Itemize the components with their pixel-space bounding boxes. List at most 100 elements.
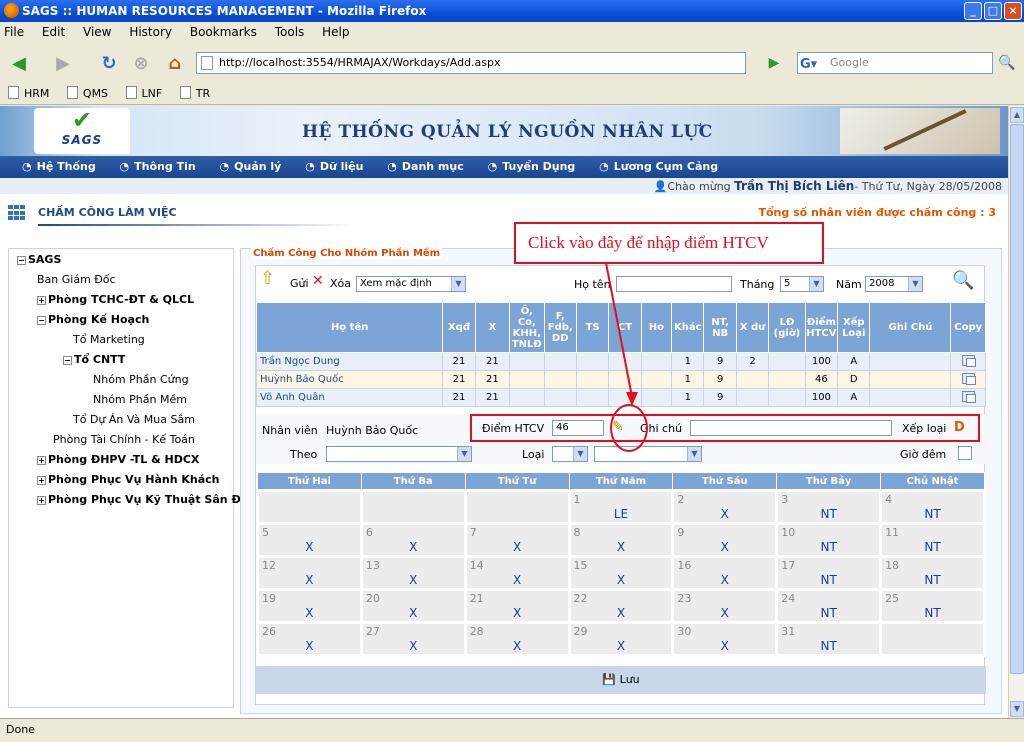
calendar-day[interactable]: 24 NT <box>775 588 883 624</box>
home-icon[interactable]: ⌂ <box>162 51 188 77</box>
calendar-day[interactable]: 17 NT <box>775 555 883 591</box>
table-row[interactable]: Huỳnh Bảo Quốc 21 21 1 9 46 D <box>255 370 986 389</box>
expand-icon[interactable]: + <box>37 296 46 305</box>
magnifier-icon[interactable]: 🔍 <box>952 270 974 291</box>
menu-edit[interactable]: Edit <box>42 25 65 39</box>
address-bar[interactable]: http://localhost:3554/HRMAJAX/Workdays/A… <box>196 52 746 74</box>
calendar-day[interactable]: 29 X <box>567 621 675 657</box>
calendar-day[interactable]: 15 X <box>567 555 675 591</box>
close-button[interactable]: × <box>1004 2 1022 20</box>
calendar-day[interactable]: 4 NT <box>879 489 986 525</box>
calendar-day[interactable]: 23 X <box>671 588 779 624</box>
nav-quan-ly[interactable]: Quản lý <box>220 160 282 173</box>
tree-node-sags[interactable]: − SAGS <box>17 253 61 267</box>
bookmark-qms[interactable]: QMS <box>67 87 108 100</box>
bookmark-lnf[interactable]: LNF <box>126 87 163 100</box>
night-checkbox[interactable] <box>958 446 972 460</box>
calendar-day[interactable]: 16 X <box>671 555 779 591</box>
calendar-day[interactable]: 20 X <box>359 588 467 624</box>
menu-view[interactable]: View <box>83 25 111 39</box>
calendar-day[interactable]: 8X <box>567 522 675 558</box>
type-select[interactable]: ▼ <box>552 446 588 462</box>
month-select[interactable]: 5 ▼ <box>780 276 824 292</box>
copy-icon[interactable] <box>961 372 976 385</box>
minimize-button[interactable]: _ <box>964 2 982 20</box>
save-bar[interactable]: 💾 Lưu <box>256 666 986 694</box>
calendar-day[interactable]: 1 LE <box>567 489 675 525</box>
table-row[interactable]: Võ Anh Quân 21 21 1 9 100 A <box>255 388 986 407</box>
copy-icon[interactable] <box>961 390 976 403</box>
tree-node[interactable]: Tổ Dự Án Và Mua Sắm <box>73 413 195 427</box>
follow-select[interactable]: ▼ <box>326 446 472 462</box>
maximize-button[interactable]: □ <box>984 2 1002 20</box>
nav-du-lieu[interactable]: Dữ liệu <box>305 160 363 173</box>
bookmark-hrm[interactable]: HRM <box>8 87 49 100</box>
cell-name[interactable]: Trần Ngọc Dung <box>255 352 444 371</box>
tree-node[interactable]: − Tổ CNTT <box>63 353 125 367</box>
calendar-day[interactable] <box>359 489 467 525</box>
nav-he-thong[interactable]: Hệ Thống <box>22 160 96 173</box>
year-select[interactable]: 2008 ▼ <box>865 276 923 292</box>
vertical-scrollbar[interactable]: ▲ ▼ <box>1008 106 1024 718</box>
table-row[interactable]: Trần Ngọc Dung 21 21 1 9 2 100 A <box>255 352 986 371</box>
calendar-day[interactable]: 22 X <box>567 588 675 624</box>
calendar-day[interactable]: 27 X <box>359 621 467 657</box>
menu-history[interactable]: History <box>129 25 172 39</box>
delete-button[interactable]: Xóa <box>330 277 351 290</box>
type-detail-select[interactable]: ▼ <box>594 446 702 462</box>
tree-node[interactable]: − Phòng Kế Hoạch <box>37 313 149 327</box>
scroll-thumb[interactable] <box>1010 124 1024 674</box>
menu-file[interactable]: File <box>4 25 24 39</box>
calendar-day[interactable]: 3 NT <box>775 489 883 525</box>
calendar-day[interactable]: 19 X <box>256 588 363 624</box>
calendar-day[interactable]: 18 NT <box>879 555 986 591</box>
calendar-day[interactable]: 28 X <box>463 621 571 657</box>
copy-icon[interactable] <box>961 354 976 367</box>
forward-icon[interactable]: ▶ <box>50 51 76 77</box>
calendar-day[interactable]: 26 X <box>256 621 363 657</box>
calendar-day[interactable]: 14 X <box>463 555 571 591</box>
cell-name[interactable]: Võ Anh Quân <box>255 388 444 407</box>
tree-node[interactable]: Phòng Tài Chính - Kế Toán <box>53 433 195 447</box>
expand-icon[interactable]: + <box>37 476 46 485</box>
score-input[interactable]: 46 <box>552 420 604 436</box>
tree-node[interactable]: + Phòng Phục Vụ Hành Khách <box>37 473 219 487</box>
calendar-day[interactable]: 30 X <box>671 621 779 657</box>
tree-node[interactable]: + Phòng ĐHPV -TL & HDCX <box>37 453 199 467</box>
calendar-day[interactable]: 2X <box>671 489 779 525</box>
tree-node[interactable]: Tổ Marketing <box>73 333 145 347</box>
collapse-icon[interactable]: − <box>63 356 72 365</box>
view-select[interactable]: Xem mặc định ▼ <box>356 276 466 292</box>
delete-icon[interactable]: ✕ <box>312 273 324 289</box>
calendar-day[interactable]: 6X <box>359 522 467 558</box>
go-icon[interactable]: ▶ <box>762 52 786 74</box>
calendar-day[interactable]: 10 NT <box>775 522 883 558</box>
calendar-day[interactable]: 11 NT <box>879 522 986 558</box>
save-button[interactable]: Lưu <box>620 673 640 686</box>
calendar-day[interactable]: 7X <box>463 522 571 558</box>
nav-danh-muc[interactable]: Danh mục <box>387 160 463 173</box>
calendar-day[interactable]: 25 NT <box>879 588 986 624</box>
send-button[interactable]: Gửi <box>290 277 309 290</box>
tree-node-selected[interactable]: Nhóm Phần Mềm <box>93 393 187 407</box>
nav-thong-tin[interactable]: Thông Tin <box>120 160 196 173</box>
tree-node[interactable]: + Phòng TCHC-ĐT & QLCL <box>37 293 194 307</box>
calendar-day[interactable]: 31 NT <box>775 621 883 657</box>
search-icon[interactable]: 🔍 <box>995 52 1019 74</box>
search-field[interactable]: G▾ Google <box>797 52 993 74</box>
calendar-day[interactable] <box>256 489 363 525</box>
calendar-day[interactable]: 9X <box>671 522 779 558</box>
note-input[interactable] <box>690 420 892 436</box>
back-icon[interactable]: ◀ <box>6 51 32 77</box>
calendar-day[interactable]: 21 X <box>463 588 571 624</box>
calendar-day[interactable]: 13 X <box>359 555 467 591</box>
collapse-icon[interactable]: − <box>17 256 26 265</box>
cell-name[interactable]: Huỳnh Bảo Quốc <box>255 370 444 389</box>
menu-bookmarks[interactable]: Bookmarks <box>190 25 257 39</box>
send-icon[interactable]: ⇧ <box>260 268 275 289</box>
nav-luong-cum-cang[interactable]: Lương Cụm Cảng <box>599 160 718 173</box>
calendar-day[interactable] <box>463 489 571 525</box>
expand-icon[interactable]: + <box>37 496 46 505</box>
reload-icon[interactable]: ↻ <box>96 51 122 77</box>
stop-icon[interactable]: ⊗ <box>128 51 154 77</box>
